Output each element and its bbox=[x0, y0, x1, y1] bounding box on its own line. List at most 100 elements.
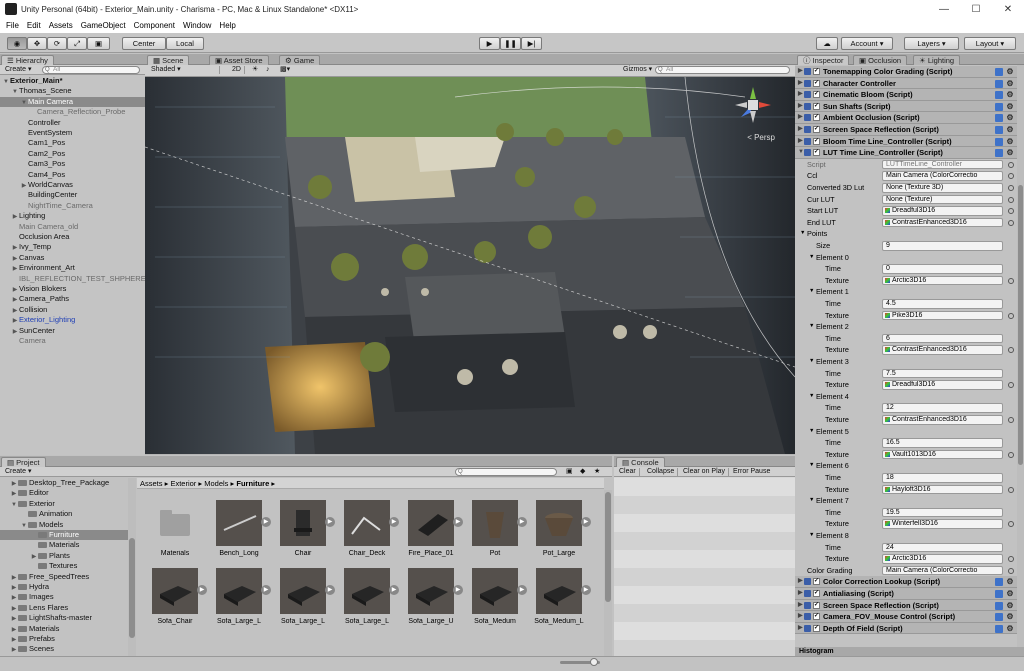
breadcrumb-assets[interactable]: Assets bbox=[140, 479, 163, 488]
help-book-icon[interactable] bbox=[995, 91, 1003, 100]
property-field[interactable]: Dreadful3D16 bbox=[882, 206, 1003, 216]
project-folder-item[interactable]: ▶ Prefabs bbox=[0, 634, 128, 644]
property-field[interactable]: Main Camera (ColorCorrectio bbox=[882, 171, 1003, 181]
hierarchy-item[interactable]: ▶ Canvas bbox=[0, 253, 145, 263]
component-header[interactable]: ▶ ✓ Sun Shafts (Script) ⚙ bbox=[795, 100, 1017, 113]
filter-type-icon[interactable]: ▣ bbox=[563, 468, 576, 476]
tab-asset-store[interactable]: ▣ Asset Store bbox=[209, 55, 269, 65]
rotate-tool-button[interactable]: ⟳ bbox=[47, 37, 67, 50]
help-book-icon[interactable] bbox=[995, 149, 1003, 158]
help-book-icon[interactable] bbox=[995, 79, 1003, 88]
2d-toggle[interactable]: 2D bbox=[229, 66, 245, 74]
expand-play-icon[interactable]: ▶ bbox=[517, 517, 527, 527]
component-enabled-checkbox[interactable]: ✓ bbox=[813, 68, 820, 75]
expand-play-icon[interactable]: ▶ bbox=[325, 585, 335, 595]
hierarchy-item[interactable]: Camera bbox=[0, 336, 145, 346]
foldout-arrow-icon[interactable]: ▼ bbox=[809, 356, 814, 368]
project-folder-item[interactable]: Textures bbox=[0, 561, 128, 571]
asset-item[interactable]: ▶ Sofa_Large_U bbox=[401, 568, 463, 636]
persp-label[interactable]: < Persp bbox=[747, 133, 775, 142]
object-picker-icon[interactable] bbox=[1008, 173, 1014, 180]
project-folder-item[interactable]: ▶ Editor bbox=[0, 488, 128, 498]
property-field[interactable]: Winterfell3D16 bbox=[882, 519, 1003, 529]
property-field[interactable]: ContrastEnhanced3D16 bbox=[882, 217, 1003, 228]
property-field[interactable]: 24 bbox=[882, 542, 1003, 553]
pause-button[interactable]: ❚❚ bbox=[500, 37, 521, 50]
expand-play-icon[interactable]: ▶ bbox=[389, 585, 399, 595]
hierarchy-search-input[interactable]: All bbox=[42, 66, 140, 74]
object-picker-icon[interactable] bbox=[1008, 556, 1014, 563]
gizmos-dropdown[interactable]: Gizmos ▾ bbox=[620, 66, 655, 74]
play-button[interactable]: ▶ bbox=[479, 37, 500, 50]
help-book-icon[interactable] bbox=[995, 126, 1003, 134]
help-book-icon[interactable] bbox=[995, 590, 1003, 598]
fold-closed-icon[interactable]: ▶ bbox=[798, 588, 803, 599]
asset-item[interactable]: ▶ Pot bbox=[465, 500, 527, 568]
gear-icon[interactable]: ⚙ bbox=[1006, 102, 1014, 111]
console-error-pause-button[interactable]: Error Pause bbox=[730, 468, 773, 476]
fold-closed-icon[interactable]: ▶ bbox=[798, 611, 803, 622]
component-header[interactable]: ▶ ✓ Camera_FOV_Mouse Control (Script) ⚙ bbox=[795, 611, 1017, 623]
asset-item[interactable]: ▶ Sofa_Large_L bbox=[337, 568, 399, 636]
tab-game[interactable]: ⚙ Game bbox=[279, 55, 321, 65]
property-field[interactable]: 7.5 bbox=[882, 368, 1003, 379]
hierarchy-item[interactable]: ▶ WorldCanvas bbox=[0, 180, 145, 190]
menu-file[interactable]: File bbox=[2, 21, 23, 30]
project-tree-scrollbar[interactable] bbox=[128, 478, 136, 656]
component-enabled-checkbox[interactable]: ✓ bbox=[813, 79, 820, 87]
hierarchy-item[interactable]: Cam2_Pos bbox=[0, 149, 145, 159]
component-enabled-checkbox[interactable]: ✓ bbox=[813, 126, 820, 133]
pivot-center-button[interactable]: Center bbox=[122, 37, 166, 50]
property-field[interactable]: 0 bbox=[882, 264, 1003, 274]
hierarchy-item[interactable]: ▶ SunCenter bbox=[0, 326, 145, 336]
object-picker-icon[interactable] bbox=[1008, 486, 1014, 493]
asset-item[interactable]: ▶ Bench_Long bbox=[209, 500, 271, 568]
hierarchy-item[interactable]: Camera_Reflection_Probe bbox=[0, 107, 145, 117]
component-enabled-checkbox[interactable]: ✓ bbox=[813, 114, 820, 122]
project-folder-item[interactable]: ▶ LightShafts-master bbox=[0, 613, 128, 623]
object-picker-icon[interactable] bbox=[1008, 196, 1014, 203]
expand-play-icon[interactable]: ▶ bbox=[261, 517, 271, 527]
scale-tool-button[interactable]: ⤢ bbox=[67, 37, 87, 50]
gear-icon[interactable]: ⚙ bbox=[1006, 68, 1014, 76]
menu-window[interactable]: Window bbox=[179, 21, 215, 30]
menu-edit[interactable]: Edit bbox=[23, 21, 45, 30]
hierarchy-item[interactable]: ▶ Exterior_Lighting bbox=[0, 315, 145, 325]
foldout-arrow-icon[interactable]: ▼ bbox=[809, 530, 814, 542]
asset-item[interactable]: ▶ Sofa_Large_L bbox=[273, 568, 335, 636]
property-field[interactable]: Hayloft3D16 bbox=[882, 484, 1003, 495]
hierarchy-item[interactable]: ▼Thomas_Scene bbox=[0, 86, 145, 96]
hierarchy-item[interactable]: ▶ Lighting bbox=[0, 211, 145, 221]
hierarchy-item[interactable]: EventSystem bbox=[0, 128, 145, 138]
property-field[interactable]: 12 bbox=[882, 403, 1003, 413]
asset-size-slider-handle[interactable] bbox=[590, 658, 598, 666]
move-tool-button[interactable]: ✥ bbox=[27, 37, 47, 50]
inspector-scroll-thumb[interactable] bbox=[1018, 185, 1023, 465]
project-folder-item[interactable]: ▼ Models bbox=[0, 520, 128, 530]
foldout-arrow-icon[interactable]: ▼ bbox=[809, 426, 814, 438]
object-picker-icon[interactable] bbox=[1008, 417, 1014, 423]
hierarchy-item[interactable]: BuildingCenter bbox=[0, 190, 145, 200]
lighting-toggle-icon[interactable]: ☀ bbox=[249, 66, 261, 74]
object-picker-icon[interactable] bbox=[1008, 312, 1014, 319]
object-picker-icon[interactable] bbox=[1008, 347, 1014, 354]
asset-grid-scrollbar[interactable] bbox=[604, 490, 612, 656]
component-enabled-checkbox[interactable]: ✓ bbox=[813, 137, 820, 145]
close-icon[interactable]: ✕ bbox=[992, 0, 1024, 18]
property-field[interactable]: ContrastEnhanced3D16 bbox=[882, 415, 1003, 425]
asset-item[interactable]: ▶ Fire_Place_01 bbox=[401, 500, 463, 568]
help-book-icon[interactable] bbox=[995, 102, 1003, 111]
project-folder-item[interactable]: ▶ Plants bbox=[0, 551, 128, 561]
fold-closed-icon[interactable]: ▶ bbox=[798, 89, 803, 100]
gear-icon[interactable]: ⚙ bbox=[1006, 149, 1014, 157]
expand-play-icon[interactable]: ▶ bbox=[453, 517, 463, 527]
property-field[interactable]: 18 bbox=[882, 473, 1003, 483]
property-field[interactable]: None (Texture) bbox=[882, 194, 1003, 205]
help-book-icon[interactable] bbox=[995, 68, 1003, 76]
property-field[interactable]: 6 bbox=[882, 333, 1003, 344]
asset-item[interactable]: ▶ Sofa_Large_L bbox=[209, 568, 271, 636]
cloud-button[interactable]: ☁ bbox=[816, 37, 838, 50]
foldout-arrow-icon[interactable]: ▼ bbox=[809, 495, 814, 507]
component-header[interactable]: ▶ ✓ Bloom Time Line_Controller (Script) ⚙ bbox=[795, 135, 1017, 148]
expand-arrow-icon[interactable]: ▶ bbox=[10, 645, 18, 655]
